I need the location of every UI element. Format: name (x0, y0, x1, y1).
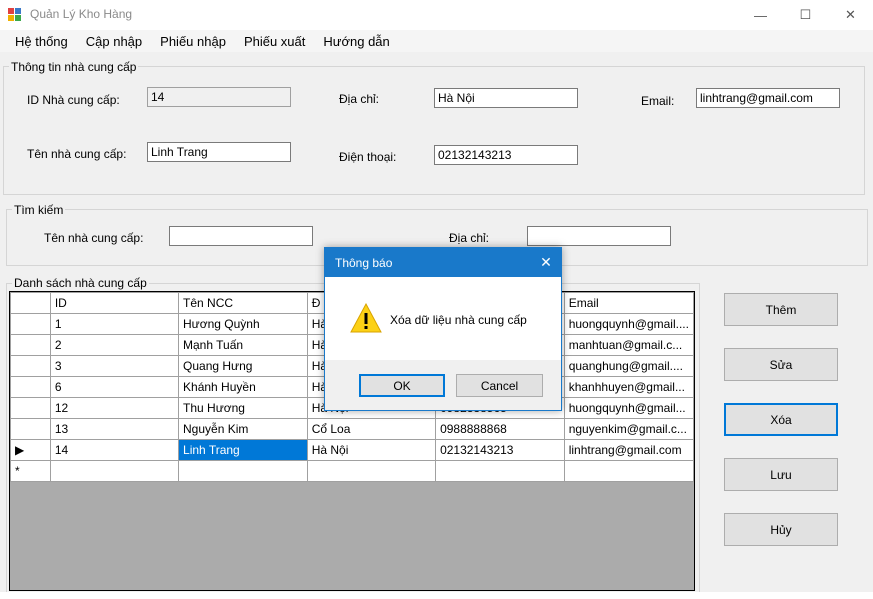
row-header[interactable] (10, 355, 51, 377)
table-cell[interactable]: nguyenkim@gmail.c... (563, 418, 694, 440)
table-cell[interactable]: 02132143213 (435, 439, 565, 461)
new-row-asterisk-icon[interactable]: * (10, 460, 51, 482)
bottom-strip (0, 592, 873, 599)
table-cell[interactable]: Quang Hưng (178, 355, 308, 377)
dialog-ok-button[interactable]: OK (359, 374, 445, 397)
row-header-corner (10, 292, 51, 314)
minimize-icon: — (754, 7, 767, 23)
table-cell[interactable]: Hương Quỳnh (178, 313, 308, 335)
delete-button[interactable]: Xóa (724, 403, 838, 436)
row-header[interactable] (10, 313, 51, 335)
table-cell[interactable]: 6 (49, 376, 180, 398)
edit-button[interactable]: Sửa (724, 348, 838, 381)
dialog-close-icon: ✕ (540, 254, 552, 270)
title-bar: Quản Lý Kho Hàng — ☐ ✕ (0, 0, 873, 30)
save-button[interactable]: Lưu (724, 458, 838, 491)
address-field[interactable]: Hà Nội (434, 88, 578, 108)
table-cell[interactable] (306, 460, 437, 482)
table-cell[interactable] (435, 460, 565, 482)
table-cell[interactable] (563, 460, 694, 482)
current-row-arrow-icon[interactable]: ▶ (10, 439, 51, 461)
column-header-id[interactable]: ID (49, 292, 180, 314)
menu-he-thong[interactable]: Hệ thống (0, 30, 77, 52)
table-cell[interactable]: quanghung@gmail.... (563, 355, 694, 377)
dialog-title: Thông báo (335, 256, 393, 270)
search-legend: Tìm kiếm (12, 203, 66, 217)
table-cell[interactable]: 2 (49, 334, 180, 356)
column-header-email[interactable]: Email (563, 292, 694, 314)
name-field[interactable]: Linh Trang (147, 142, 291, 162)
table-cell[interactable]: Mạnh Tuấn (178, 334, 308, 356)
dialog-title-bar: Thông báo ✕ (325, 248, 561, 277)
menu-huong-dan[interactable]: Hướng dẫn (314, 30, 398, 52)
table-cell[interactable] (178, 460, 308, 482)
add-button[interactable]: Thêm (724, 293, 838, 326)
dialog-footer: OK Cancel (325, 360, 561, 410)
table-cell[interactable]: Thu Hương (178, 397, 308, 419)
warning-icon (350, 303, 382, 333)
supplier-info-group (3, 66, 865, 195)
table-cell[interactable]: 0988888868 (435, 418, 565, 440)
table-cell[interactable] (49, 460, 180, 482)
search-name-input[interactable] (169, 226, 313, 246)
maximize-icon: ☐ (799, 7, 812, 22)
row-header[interactable] (10, 334, 51, 356)
window-title: Quản Lý Kho Hàng (30, 7, 133, 21)
search-name-label: Tên nhà cung cấp: (44, 231, 144, 245)
menu-phieu-nhap[interactable]: Phiếu nhập (151, 30, 235, 52)
minimize-button[interactable]: — (738, 0, 783, 30)
table-cell[interactable]: Khánh Huyền (178, 376, 308, 398)
table-cell[interactable]: 13 (49, 418, 180, 440)
name-label: Tên nhà cung cấp: (27, 147, 127, 161)
phone-field[interactable]: 02132143213 (434, 145, 578, 165)
supplier-info-legend: Thông tin nhà cung cấp (9, 60, 139, 74)
search-address-input[interactable] (527, 226, 671, 246)
table-cell[interactable]: 12 (49, 397, 180, 419)
table-cell[interactable]: manhtuan@gmail.c... (563, 334, 694, 356)
dialog-message: Xóa dữ liệu nhà cung cấp (390, 313, 527, 327)
cancel-button[interactable]: Hủy (724, 513, 838, 546)
confirm-dialog: Thông báo ✕ Xóa dữ liệu nhà cung cấp OK … (324, 247, 562, 411)
table-cell[interactable]: Nguyễn Kim (178, 418, 308, 440)
search-address-label: Địa chỉ: (449, 231, 490, 245)
table-cell[interactable]: 1 (49, 313, 180, 335)
row-header[interactable] (10, 376, 51, 398)
table-cell[interactable]: linhtrang@gmail.com (563, 439, 694, 461)
address-label: Địa chỉ: (339, 92, 380, 106)
row-header[interactable] (10, 397, 51, 419)
selected-cell[interactable]: Linh Trang (178, 439, 308, 461)
table-row[interactable]: 13 Nguyễn Kim Cổ Loa 0988888868 nguyenki… (10, 418, 694, 440)
id-field[interactable]: 14 (147, 87, 291, 107)
dialog-close-button[interactable]: ✕ (531, 248, 561, 277)
table-cell[interactable]: Cổ Loa (306, 418, 437, 440)
close-button[interactable]: ✕ (828, 0, 873, 30)
app-icon (8, 8, 21, 21)
close-icon: ✕ (845, 7, 856, 22)
menu-phieu-xuat[interactable]: Phiếu xuất (235, 30, 314, 52)
table-cell[interactable]: Hà Nội (306, 439, 437, 461)
menu-cap-nhap[interactable]: Cập nhập (77, 30, 151, 52)
supplier-list-legend: Danh sách nhà cung cấp (12, 276, 149, 290)
table-cell[interactable]: 3 (49, 355, 180, 377)
email-label: Email: (641, 94, 675, 108)
id-label: ID Nhà cung cấp: (27, 93, 120, 107)
table-cell[interactable]: khanhhuyen@gmail... (563, 376, 694, 398)
table-row-current[interactable]: ▶ 14 Linh Trang Hà Nội 02132143213 linht… (10, 439, 694, 461)
table-cell[interactable]: huongquynh@gmail.... (563, 313, 694, 335)
table-cell[interactable]: huongquynh@gmail... (563, 397, 694, 419)
menu-bar: Hệ thống Cập nhập Phiếu nhập Phiếu xuất … (0, 30, 873, 52)
new-row[interactable]: * (10, 460, 694, 482)
email-field[interactable]: linhtrang@gmail.com (696, 88, 840, 108)
column-header-name[interactable]: Tên NCC (178, 292, 308, 314)
table-cell[interactable]: 14 (49, 439, 180, 461)
dialog-cancel-button[interactable]: Cancel (456, 374, 543, 397)
phone-label: Điện thoại: (339, 150, 397, 164)
maximize-button[interactable]: ☐ (783, 0, 828, 30)
row-header[interactable] (10, 418, 51, 440)
